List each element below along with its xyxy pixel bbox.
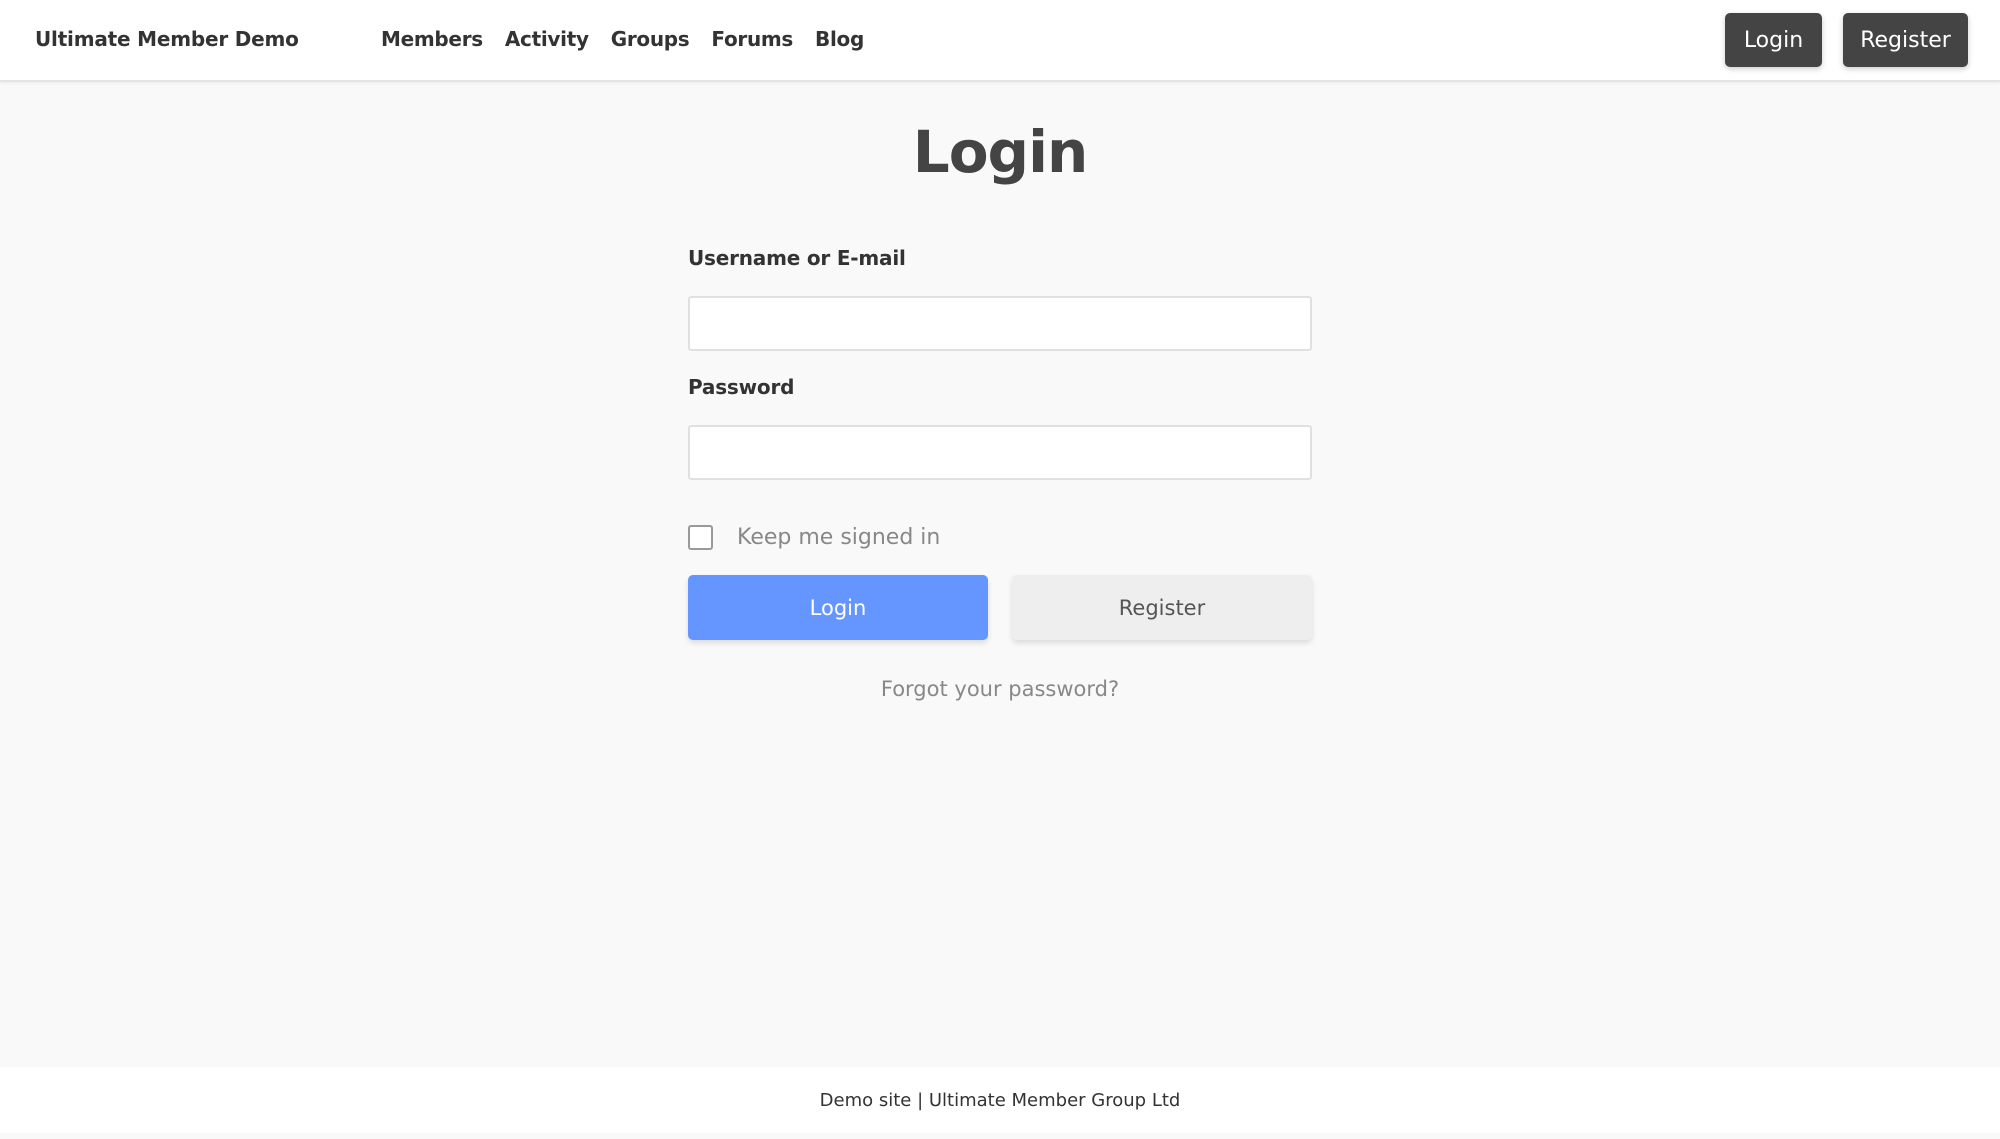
footer-text: Demo site | Ultimate Member Group Ltd — [819, 1089, 1181, 1111]
password-label: Password — [688, 375, 795, 399]
username-label: Username or E-mail — [688, 246, 906, 270]
remember-me[interactable]: Keep me signed in — [688, 525, 940, 550]
username-input[interactable] — [688, 296, 1312, 351]
password-input[interactable] — [688, 425, 1312, 480]
nav-item-blog[interactable]: Blog — [815, 27, 864, 51]
nav-item-members[interactable]: Members — [381, 27, 483, 51]
register-button[interactable]: Register — [1012, 575, 1312, 640]
nav-item-forums[interactable]: Forums — [711, 27, 793, 51]
site-footer: Demo site | Ultimate Member Group Ltd — [0, 1067, 2000, 1133]
page-title: Login — [912, 118, 1089, 186]
main-nav: Members Activity Groups Forums Blog — [381, 27, 886, 51]
forgot-password-link[interactable]: Forgot your password? — [688, 677, 1312, 701]
nav-item-activity[interactable]: Activity — [505, 27, 589, 51]
remember-checkbox[interactable] — [688, 525, 713, 550]
header-login-button[interactable]: Login — [1725, 13, 1822, 67]
login-button[interactable]: Login — [688, 575, 988, 640]
remember-label[interactable]: Keep me signed in — [737, 525, 940, 550]
site-header: Ultimate Member Demo Members Activity Gr… — [0, 0, 2000, 82]
header-register-button[interactable]: Register — [1843, 13, 1968, 67]
site-title[interactable]: Ultimate Member Demo — [35, 27, 299, 51]
nav-item-groups[interactable]: Groups — [611, 27, 690, 51]
